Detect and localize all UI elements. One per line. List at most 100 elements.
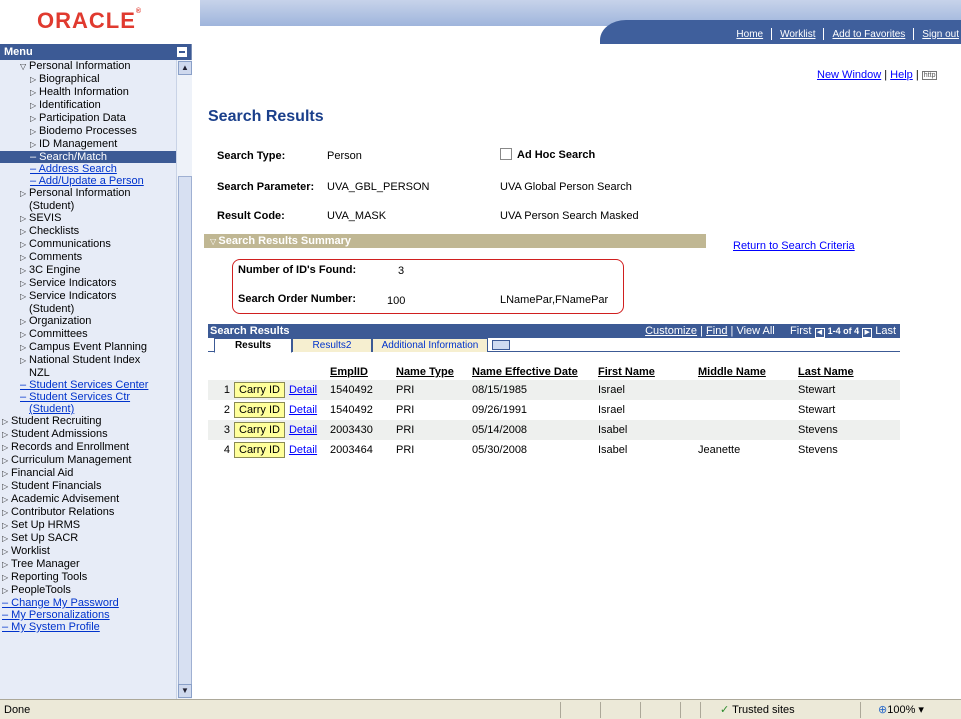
collapsed-triangle-icon[interactable]: ▷: [30, 139, 39, 151]
menu-item[interactable]: ▷ Worklist: [0, 545, 176, 558]
customize-link[interactable]: Customize: [645, 325, 697, 337]
tab-additional-information[interactable]: Additional Information: [372, 338, 488, 352]
carry-id-button[interactable]: Carry ID: [234, 402, 285, 418]
menu-item[interactable]: ▷ National Student Index: [0, 354, 176, 367]
detail-link[interactable]: Detail: [289, 404, 317, 416]
collapsed-triangle-icon[interactable]: ▷: [20, 278, 29, 290]
menu-item[interactable]: ▷ ID Management: [0, 138, 176, 151]
menu-item[interactable]: ▷ Comments: [0, 251, 176, 264]
collapsed-triangle-icon[interactable]: ▷: [2, 546, 11, 558]
col-last-name[interactable]: Last Name: [796, 352, 900, 380]
menu-item[interactable]: ▷ Student Recruiting: [0, 415, 176, 428]
menu-item[interactable]: ▷ Service Indicators: [0, 290, 176, 303]
menu-item-label[interactable]: – Address Search: [30, 163, 117, 175]
find-link[interactable]: Find: [706, 325, 727, 337]
menu-item[interactable]: ▷ 3C Engine: [0, 264, 176, 277]
menu-item[interactable]: ▷ Organization: [0, 315, 176, 328]
expanded-triangle-icon[interactable]: ▽: [20, 61, 29, 73]
return-to-search-criteria-link[interactable]: Return to Search Criteria: [733, 240, 855, 252]
collapsed-triangle-icon[interactable]: ▷: [2, 507, 11, 519]
col-first-name[interactable]: First Name: [596, 352, 696, 380]
scroll-up-icon[interactable]: ▲: [178, 61, 192, 75]
collapsed-triangle-icon[interactable]: ▷: [2, 494, 11, 506]
menu-item[interactable]: (Student): [0, 403, 176, 415]
menu-item[interactable]: – Student Services Center: [0, 379, 176, 391]
collapsed-triangle-icon[interactable]: ▷: [2, 429, 11, 441]
menu-item-label[interactable]: – Add/Update a Person: [30, 175, 144, 187]
menu-item[interactable]: ▷ Committees: [0, 328, 176, 341]
collapsed-triangle-icon[interactable]: ▷: [30, 74, 39, 86]
menu-item[interactable]: ▷ Reporting Tools: [0, 571, 176, 584]
collapsed-triangle-icon[interactable]: ▷: [30, 100, 39, 112]
menu-item-label[interactable]: – Student Services Center: [20, 379, 148, 391]
menu-item[interactable]: ▷ Participation Data: [0, 112, 176, 125]
collapsed-triangle-icon[interactable]: ▷: [30, 87, 39, 99]
collapsed-triangle-icon[interactable]: ▷: [20, 213, 29, 225]
menu-item[interactable]: ▷ Set Up SACR: [0, 532, 176, 545]
menu-item[interactable]: – Add/Update a Person: [0, 175, 176, 187]
tab-results2[interactable]: Results2: [292, 338, 372, 352]
menu-item[interactable]: ▷ Set Up HRMS: [0, 519, 176, 532]
menu-item[interactable]: NZL: [0, 367, 176, 379]
menu-item[interactable]: – Search/Match: [0, 151, 176, 163]
menu-item-label[interactable]: – My System Profile: [2, 621, 100, 633]
col-middle-name[interactable]: Middle Name: [696, 352, 796, 380]
scroll-down-icon[interactable]: ▼: [178, 684, 192, 698]
collapse-menu-icon[interactable]: [177, 47, 187, 57]
menu-item[interactable]: ▷ Financial Aid: [0, 467, 176, 480]
menu-item[interactable]: ▷ Curriculum Management: [0, 454, 176, 467]
menu-item-label[interactable]: – Change My Password: [2, 597, 119, 609]
collapsed-triangle-icon[interactable]: ▷: [20, 291, 29, 303]
menu-item[interactable]: ▷ Health Information: [0, 86, 176, 99]
detail-link[interactable]: Detail: [289, 424, 317, 436]
prev-icon[interactable]: ◀: [814, 328, 825, 338]
menu-item[interactable]: ▷ Contributor Relations: [0, 506, 176, 519]
menu-item[interactable]: ▷ Student Financials: [0, 480, 176, 493]
menu-item-label[interactable]: (Student): [29, 403, 74, 415]
collapsed-triangle-icon[interactable]: ▷: [2, 520, 11, 532]
menu-item[interactable]: ▷ Records and Enrollment: [0, 441, 176, 454]
view-all-link[interactable]: View All: [736, 325, 774, 337]
col-emplid[interactable]: EmplID: [328, 352, 394, 380]
menu-item-label[interactable]: – Student Services Ctr: [20, 391, 130, 403]
collapsed-triangle-icon[interactable]: ▷: [2, 442, 11, 454]
worklist-link[interactable]: Worklist: [772, 29, 823, 40]
detail-link[interactable]: Detail: [289, 444, 317, 456]
home-link[interactable]: Home: [728, 29, 771, 40]
next-icon[interactable]: ▶: [862, 328, 873, 338]
collapsed-triangle-icon[interactable]: ▷: [30, 126, 39, 138]
carry-id-button[interactable]: Carry ID: [234, 422, 285, 438]
menu-item[interactable]: (Student): [0, 200, 176, 212]
menu-scrollbar[interactable]: ▲ ▼: [176, 60, 192, 699]
ad-hoc-search-checkbox[interactable]: [500, 148, 512, 160]
summary-section-header[interactable]: ▽ Search Results Summary: [204, 234, 706, 248]
new-window-link[interactable]: New Window: [817, 69, 881, 81]
http-icon[interactable]: http: [921, 70, 938, 80]
collapsed-triangle-icon[interactable]: ▷: [2, 416, 11, 428]
menu-item[interactable]: ▷ Biodemo Processes: [0, 125, 176, 138]
collapsed-triangle-icon[interactable]: ▷: [20, 329, 29, 341]
detail-link[interactable]: Detail: [289, 384, 317, 396]
help-link[interactable]: Help: [890, 69, 913, 81]
tab-results[interactable]: Results: [214, 338, 292, 353]
collapsed-triangle-icon[interactable]: ▷: [20, 316, 29, 328]
collapsed-triangle-icon[interactable]: ▷: [2, 533, 11, 545]
sign-out-link[interactable]: Sign out: [914, 29, 961, 40]
menu-item[interactable]: – Address Search: [0, 163, 176, 175]
menu-item[interactable]: ▷ Campus Event Planning: [0, 341, 176, 354]
collapsed-triangle-icon[interactable]: ▷: [20, 265, 29, 277]
menu-item[interactable]: – My System Profile: [0, 621, 176, 633]
menu-item[interactable]: ▷ Checklists: [0, 225, 176, 238]
collapsed-triangle-icon[interactable]: ▷: [20, 252, 29, 264]
menu-item[interactable]: – Student Services Ctr: [0, 391, 176, 403]
collapsed-triangle-icon[interactable]: ▷: [20, 226, 29, 238]
collapsed-triangle-icon[interactable]: ▷: [2, 468, 11, 480]
menu-item[interactable]: ▷ Identification: [0, 99, 176, 112]
collapsed-triangle-icon[interactable]: ▷: [2, 455, 11, 467]
menu-item[interactable]: ▷ Student Admissions: [0, 428, 176, 441]
menu-item[interactable]: ▷ Biographical: [0, 73, 176, 86]
collapsed-triangle-icon[interactable]: ▷: [20, 342, 29, 354]
collapsed-triangle-icon[interactable]: ▷: [2, 481, 11, 493]
add-to-favorites-link[interactable]: Add to Favorites: [824, 29, 913, 40]
menu-item[interactable]: ▷ Communications: [0, 238, 176, 251]
